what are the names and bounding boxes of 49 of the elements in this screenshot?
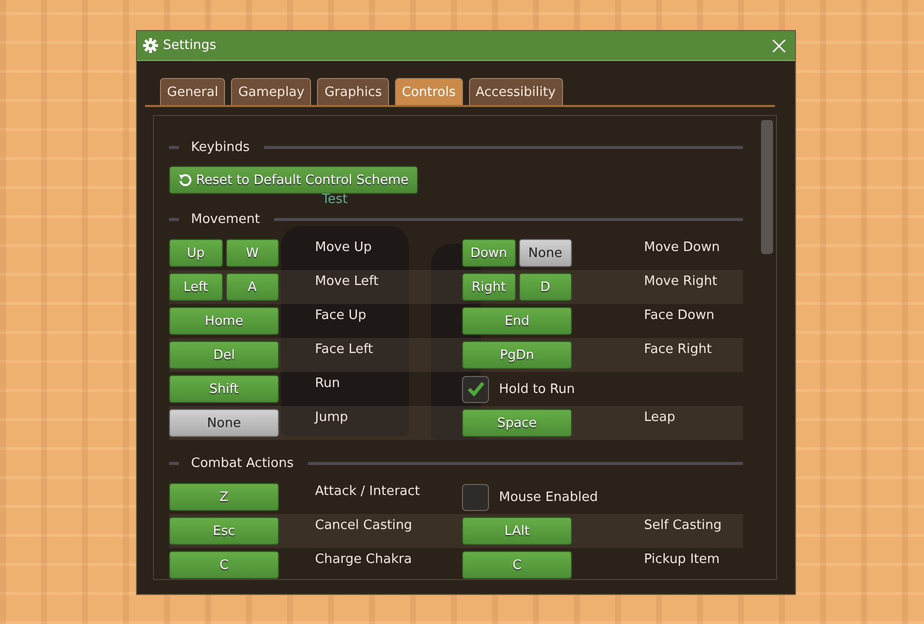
action-label: Jump <box>313 409 349 425</box>
keybind-button[interactable]: Shift <box>169 375 279 403</box>
action-label: Move Up <box>314 239 373 255</box>
keybind-button[interactable]: Del <box>169 341 279 369</box>
action-label: Face Right <box>643 341 713 357</box>
checkbox-label: Mouse Enabled <box>499 490 598 504</box>
section-title: Movement <box>191 212 260 226</box>
reset-button[interactable]: Reset to Default Control Scheme <box>169 166 418 194</box>
character-name-label: Test <box>322 192 348 207</box>
tab[interactable]: General <box>160 78 226 105</box>
keybind-button[interactable]: Up <box>169 239 222 267</box>
keybind-button[interactable]: C <box>169 551 279 579</box>
action-label: Cancel Casting <box>314 517 414 533</box>
tab[interactable]: Controls <box>394 78 463 105</box>
keybind-button[interactable]: W <box>226 239 279 267</box>
action-label: Pickup Item <box>643 551 721 567</box>
keybind-button[interactable]: None <box>169 409 279 437</box>
keybind-button[interactable]: Z <box>169 483 279 511</box>
tab[interactable]: Graphics <box>317 78 389 105</box>
action-label: Leap <box>643 409 676 425</box>
keybind-button[interactable]: A <box>226 273 279 301</box>
keybind-button[interactable]: PgDn <box>462 341 572 369</box>
action-label: Run <box>314 375 341 391</box>
action-label: Face Up <box>314 307 368 323</box>
keybind-button[interactable]: Esc <box>169 517 279 545</box>
keybind-button[interactable]: End <box>462 307 572 335</box>
section-title: Keybinds <box>191 140 250 154</box>
keybind-button[interactable]: D <box>518 273 572 301</box>
checkbox-label: Hold to Run <box>499 382 575 396</box>
keybind-button[interactable]: None <box>518 239 572 267</box>
action-label: Move Down <box>643 239 721 255</box>
keybind-button[interactable]: Space <box>462 409 572 437</box>
action-label: Face Down <box>643 307 716 323</box>
section-title: Combat Actions <box>191 456 294 470</box>
tab[interactable]: Accessibility <box>468 78 563 105</box>
tab[interactable]: Gameplay <box>231 78 312 105</box>
action-label: Face Left <box>314 341 374 357</box>
action-label: Attack / Interact <box>314 483 421 499</box>
action-label: Move Right <box>643 273 718 289</box>
keybind-button[interactable]: Right <box>462 273 516 301</box>
keybind-button[interactable]: Left <box>169 273 222 301</box>
action-label: Move Left <box>314 273 380 289</box>
keybind-button[interactable]: Down <box>462 239 516 267</box>
action-label: Charge Chakra <box>314 551 413 567</box>
window-title: Settings <box>163 38 218 53</box>
keybind-button[interactable]: Home <box>169 307 279 335</box>
keybind-button[interactable]: LAlt <box>462 517 572 545</box>
keybind-button[interactable]: C <box>462 551 572 579</box>
action-label: Self Casting <box>643 517 723 533</box>
